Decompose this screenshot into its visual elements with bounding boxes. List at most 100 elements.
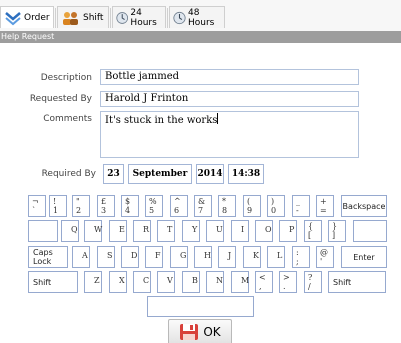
key-j[interactable]: J: [218, 246, 236, 268]
key-label: E: [119, 225, 125, 234]
key-c[interactable]: C: [133, 271, 151, 293]
caps-lock-key[interactable]: Caps Lock: [28, 246, 68, 268]
key-u[interactable]: U: [206, 220, 224, 242]
key-v[interactable]: V: [157, 271, 175, 293]
tab-48-hours[interactable]: 48 Hours: [169, 6, 225, 28]
comments-label: Comments: [43, 114, 92, 124]
key-d[interactable]: D: [121, 246, 139, 268]
key-top: ?: [308, 273, 313, 282]
key-1[interactable]: ! 1: [49, 195, 67, 217]
key-z[interactable]: Z: [84, 271, 102, 293]
key-i[interactable]: I: [231, 220, 249, 242]
key-bottom: 9: [247, 206, 253, 215]
key-m[interactable]: M: [231, 271, 249, 293]
key-top: {: [308, 222, 314, 231]
key-period[interactable]: >.: [279, 271, 297, 293]
key-close-bracket[interactable]: }]: [328, 220, 346, 242]
key-k[interactable]: K: [243, 246, 261, 268]
key-2[interactable]: " 2: [72, 195, 90, 217]
key-e[interactable]: E: [109, 220, 127, 242]
key-f[interactable]: F: [145, 246, 163, 268]
key-g[interactable]: G: [170, 246, 188, 268]
ok-button[interactable]: OK: [168, 319, 232, 343]
comments-field[interactable]: It's stuck in the works: [100, 111, 359, 158]
required-by-time[interactable]: 14:38: [228, 164, 264, 184]
key-8[interactable]: * 8: [218, 195, 236, 217]
key-s[interactable]: S: [97, 246, 115, 268]
key-quote[interactable]: @ ': [316, 246, 334, 268]
enter-key-upper[interactable]: [353, 220, 387, 242]
key-slash[interactable]: ? /: [304, 271, 322, 293]
key-q[interactable]: Q: [61, 220, 79, 242]
key-bottom: 0: [271, 206, 277, 215]
right-shift-key[interactable]: Shift: [328, 271, 386, 293]
key-open-bracket[interactable]: {[: [304, 220, 322, 242]
key-minus[interactable]: _ -: [292, 195, 310, 217]
tab-label: 48 Hours: [187, 7, 215, 28]
required-by-day[interactable]: 23: [103, 164, 124, 184]
key-b[interactable]: B: [182, 271, 200, 293]
key-o[interactable]: O: [255, 220, 273, 242]
comments-text: It's stuck in the works: [105, 115, 218, 126]
key-5[interactable]: % 5: [145, 195, 163, 217]
key-0[interactable]: ) 0: [267, 195, 285, 217]
description-field[interactable]: Bottle jammed: [100, 69, 359, 85]
requested-by-field[interactable]: Harold J Frinton: [100, 91, 359, 107]
required-by-month[interactable]: September: [128, 164, 192, 184]
key-h[interactable]: H: [194, 246, 212, 268]
key-label: N: [216, 276, 223, 285]
key-w[interactable]: W: [84, 220, 102, 242]
backspace-key[interactable]: Backspace: [341, 195, 387, 217]
enter-key[interactable]: Enter: [341, 246, 387, 268]
key-r[interactable]: R: [133, 220, 151, 242]
key-3[interactable]: £3: [97, 195, 115, 217]
tab-24-hours[interactable]: 24 Hours: [112, 6, 166, 28]
key-semicolon[interactable]: :;: [292, 246, 310, 268]
key-label: D: [131, 251, 138, 260]
left-shift-key[interactable]: Shift: [28, 271, 78, 293]
key-x[interactable]: X: [109, 271, 127, 293]
key-label: W: [94, 225, 103, 234]
key-bottom: =: [320, 206, 327, 215]
key-label: Q: [71, 225, 78, 234]
key-t[interactable]: T: [157, 220, 175, 242]
key-top: ¬: [32, 197, 39, 206]
key-a[interactable]: A: [72, 246, 90, 268]
key-n[interactable]: N: [206, 271, 224, 293]
key-label: Backspace: [342, 201, 386, 211]
key-top: (: [247, 197, 251, 206]
key-l[interactable]: L: [267, 246, 285, 268]
key-bottom: ]: [332, 231, 336, 240]
tab-shift[interactable]: Shift: [57, 6, 109, 28]
key-label: V: [167, 276, 173, 285]
space-bar[interactable]: [147, 296, 254, 317]
key-label: P: [289, 225, 295, 234]
key-top: :: [296, 248, 299, 257]
tab-key[interactable]: [28, 220, 58, 242]
key-y[interactable]: Y: [182, 220, 200, 242]
key-9[interactable]: (9: [243, 195, 261, 217]
key-top: ^: [174, 197, 181, 206]
key-label: O: [265, 225, 272, 234]
key-bottom: `: [32, 206, 36, 215]
key-label: T: [167, 225, 173, 234]
tab-bar: Order Shift 24 Hours 48 Hours: [0, 0, 401, 31]
save-icon: [180, 323, 199, 340]
required-by-year[interactable]: 2014: [196, 164, 224, 184]
key-bottom: 4: [125, 206, 131, 215]
key-top: &: [198, 197, 206, 206]
tab-order[interactable]: Order: [0, 6, 54, 28]
key-label: M: [241, 276, 250, 285]
key-backtick[interactable]: ¬ `: [28, 195, 46, 217]
key-6[interactable]: ^ 6: [170, 195, 188, 217]
ok-label: OK: [203, 324, 221, 339]
key-label: A: [82, 251, 88, 260]
key-comma[interactable]: <,: [255, 271, 273, 293]
key-label: K: [253, 251, 259, 260]
key-7[interactable]: & 7: [194, 195, 212, 217]
key-4[interactable]: $4: [121, 195, 139, 217]
tab-label: Order: [24, 12, 50, 23]
key-p[interactable]: P: [279, 220, 297, 242]
key-equals[interactable]: + =: [316, 195, 334, 217]
key-label: G: [180, 251, 187, 260]
